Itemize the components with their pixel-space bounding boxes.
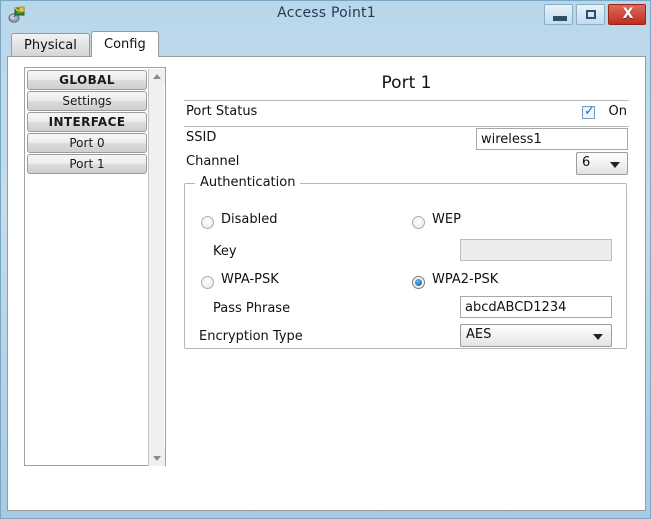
minimize-button[interactable] bbox=[544, 4, 573, 25]
check-icon: ✓ bbox=[584, 104, 595, 119]
access-point-window: Access Point1 X Physical Config GLOBAL S… bbox=[0, 0, 651, 519]
channel-label: Channel bbox=[186, 154, 240, 169]
chevron-down-icon bbox=[610, 162, 620, 168]
tab-strip: Physical Config bbox=[7, 31, 646, 57]
radio-wep-label: WEP bbox=[432, 212, 461, 227]
channel-value: 6 bbox=[582, 155, 591, 170]
encryption-type-label: Encryption Type bbox=[199, 329, 303, 344]
key-label: Key bbox=[213, 244, 237, 259]
chevron-down-icon bbox=[593, 334, 603, 340]
scroll-down-arrow[interactable] bbox=[149, 450, 165, 466]
navigation-tree: GLOBAL Settings INTERFACE Port 0 Port 1 bbox=[24, 67, 166, 466]
scroll-up-arrow[interactable] bbox=[149, 69, 165, 85]
radio-selected-icon bbox=[415, 279, 422, 286]
pass-phrase-label: Pass Phrase bbox=[213, 301, 291, 316]
radio-wep[interactable] bbox=[412, 216, 425, 229]
port-status-row: Port Status ✓ On bbox=[184, 101, 629, 126]
tab-physical[interactable]: Physical bbox=[11, 33, 90, 57]
navigation-buttons: GLOBAL Settings INTERFACE Port 0 Port 1 bbox=[27, 70, 147, 175]
port-settings-form: Port 1 Port Status ✓ On SSID Channel 6 bbox=[184, 67, 629, 349]
sidebar-item-settings[interactable]: Settings bbox=[27, 91, 147, 111]
sidebar-item-port0[interactable]: Port 0 bbox=[27, 133, 147, 153]
port-status-state-label: On bbox=[608, 104, 627, 119]
ssid-label: SSID bbox=[186, 130, 217, 145]
pass-phrase-input[interactable] bbox=[460, 296, 612, 318]
key-input[interactable] bbox=[460, 239, 612, 261]
radio-disabled[interactable] bbox=[201, 216, 214, 229]
triangle-down-icon bbox=[153, 456, 161, 461]
channel-row: Channel 6 bbox=[184, 151, 629, 175]
config-panel: GLOBAL Settings INTERFACE Port 0 Port 1 … bbox=[7, 56, 646, 511]
tab-config[interactable]: Config bbox=[91, 31, 159, 57]
radio-wpa2-psk-label: WPA2-PSK bbox=[432, 272, 499, 287]
ssid-input[interactable] bbox=[476, 128, 628, 150]
radio-wpa-psk[interactable] bbox=[201, 276, 214, 289]
encryption-type-dropdown[interactable]: AES bbox=[460, 324, 612, 347]
title-bar: Access Point1 X bbox=[1, 1, 651, 29]
maximize-icon bbox=[586, 10, 596, 19]
port-status-label: Port Status bbox=[186, 104, 258, 119]
authentication-legend: Authentication bbox=[195, 175, 301, 190]
radio-wpa2-psk[interactable] bbox=[412, 276, 425, 289]
ssid-row: SSID bbox=[184, 127, 629, 151]
close-button[interactable]: X bbox=[608, 4, 646, 25]
sidebar-item-global[interactable]: GLOBAL bbox=[27, 70, 147, 90]
authentication-group: Authentication Disabled WEP Key WPA-PSK … bbox=[184, 175, 627, 349]
radio-disabled-label: Disabled bbox=[221, 212, 278, 227]
maximize-button[interactable] bbox=[576, 4, 605, 25]
triangle-up-icon bbox=[153, 74, 161, 79]
port-status-checkbox[interactable]: ✓ bbox=[582, 104, 595, 119]
minimize-icon bbox=[553, 16, 567, 21]
close-icon: X bbox=[622, 6, 634, 22]
channel-dropdown[interactable]: 6 bbox=[576, 152, 628, 175]
radio-wpa-psk-label: WPA-PSK bbox=[221, 272, 279, 287]
encryption-type-value: AES bbox=[466, 327, 492, 342]
sidebar-item-interface[interactable]: INTERFACE bbox=[27, 112, 147, 132]
sidebar-scrollbar[interactable] bbox=[148, 69, 165, 466]
page-title: Port 1 bbox=[381, 73, 432, 93]
sidebar-item-port1[interactable]: Port 1 bbox=[27, 154, 147, 174]
